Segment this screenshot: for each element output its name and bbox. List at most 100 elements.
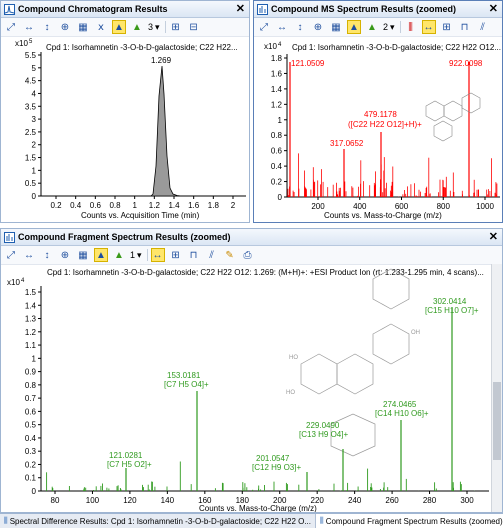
chromatogram-icon xyxy=(4,3,15,15)
y-tick-label: 0.9 xyxy=(25,368,37,377)
autoscale-xy-icon[interactable]: ⤢ xyxy=(257,20,271,34)
ms-spectrum-panel: Compound MS Spectrum Results (zoomed) ✕ … xyxy=(253,0,503,223)
y-tick-label: 1.3 xyxy=(25,315,37,324)
tab-fragment-spectrum[interactable]: ⫼ Compound Fragment Spectrum Results (zo… xyxy=(316,514,503,528)
autoscale-xy-icon[interactable]: ⤢ xyxy=(4,248,18,262)
export-icon[interactable]: ⊞ xyxy=(169,20,183,34)
close-icon[interactable]: ✕ xyxy=(489,230,498,243)
peak-fill-icon[interactable]: ▲ xyxy=(365,20,379,34)
autoscale-x-icon[interactable]: ↔ xyxy=(22,248,36,262)
zoom-icon[interactable]: ⊕ xyxy=(58,20,72,34)
compound-label: Cpd 1: Isorhamnetin -3-O-b-D-galactoside… xyxy=(47,268,484,277)
y-tick-label: 1.1 xyxy=(25,341,37,350)
autoscale-y-icon[interactable]: ↕ xyxy=(40,20,54,34)
fit-icon[interactable]: ↔ xyxy=(150,248,165,262)
peak-label: ([C22 H22 O12]+H)+ xyxy=(348,120,422,129)
zoom-icon[interactable]: ⊕ xyxy=(311,20,325,34)
profile-icon[interactable]: ⊓ xyxy=(458,20,472,34)
chromatogram-peak[interactable] xyxy=(150,65,182,197)
bar-view-icon[interactable]: ⫼ xyxy=(404,20,418,34)
x-tick-label: 1.2 xyxy=(149,201,161,210)
layout-icon[interactable]: ⊟ xyxy=(187,20,201,34)
x-tick-label: 140 xyxy=(161,496,175,505)
chart-icon[interactable]: ⫽ xyxy=(476,20,490,34)
zoom-icon[interactable]: ⊕ xyxy=(58,248,72,262)
tab-label: Compound Fragment Spectrum Results (zoom… xyxy=(325,516,503,526)
x-tick-label: 1.6 xyxy=(188,201,200,210)
peak-label: 121.0509 xyxy=(291,59,325,68)
y-exponent-power: 4 xyxy=(21,278,25,284)
y-tick-label: 0.5 xyxy=(25,179,37,188)
y-tick-label: 1.6 xyxy=(271,69,283,78)
fragment-spectrum-panel: Compound Fragment Spectrum Results (zoom… xyxy=(0,228,503,513)
x-tick-label: 800 xyxy=(437,202,451,211)
x-axis-label: Counts vs. Mass-to-Charge (m/z) xyxy=(324,211,442,220)
ms-spectrum-toolbar: ⤢ ↔ ↕ ⊕ ▦ ▲ ▲ 2 ▾ ⫼ ↔ ⊞ ⊓ ⫽ xyxy=(254,18,502,37)
integrate-icon[interactable]: ⅹ xyxy=(94,20,108,34)
fragment-plot[interactable]: x10 4 Cpd 1: Isorhamnetin -3-O-b-D-galac… xyxy=(1,264,493,513)
annotate-icon[interactable]: ✎ xyxy=(223,248,237,262)
tab-spectral-difference[interactable]: ⫼ Spectral Difference Results: Cpd 1: Is… xyxy=(0,514,317,528)
ms-spectrum-title-bar[interactable]: Compound MS Spectrum Results (zoomed) ✕ xyxy=(254,1,502,18)
peak-label-icon[interactable]: ▲ xyxy=(112,20,126,34)
tab-label: Spectral Difference Results: Cpd 1: Isor… xyxy=(9,516,312,526)
peak-label: [C15 H10 O7]+ xyxy=(425,306,479,315)
chevron-down-icon[interactable]: ▾ xyxy=(137,250,142,261)
profile-icon[interactable]: ⊓ xyxy=(187,248,201,262)
y-tick-label: 0.5 xyxy=(25,421,37,430)
overlay-dropdown[interactable]: 3 xyxy=(148,22,153,32)
print-icon[interactable]: ⎙ xyxy=(241,248,255,262)
x-tick-label: 2 xyxy=(231,201,236,210)
y-tick-label: 1 xyxy=(278,116,283,125)
peak-fill-icon[interactable]: ▲ xyxy=(112,248,126,262)
scrollbar-thumb[interactable] xyxy=(493,382,501,460)
chevron-down-icon[interactable]: ▾ xyxy=(155,22,160,33)
x-tick-label: 1 xyxy=(132,201,137,210)
y-tick-label: 5 xyxy=(32,64,37,73)
peak-label: [C12 H9 O3]+ xyxy=(252,463,301,472)
x-tick-label: 0.2 xyxy=(50,201,62,210)
y-tick-label: 1.5 xyxy=(25,288,37,297)
y-tick-label: 0.8 xyxy=(271,131,283,140)
spectrum-icon: ⫼ xyxy=(320,516,324,525)
y-exponent-power: 4 xyxy=(278,42,282,48)
table-icon[interactable]: ▦ xyxy=(76,248,90,262)
chromatogram-plot[interactable]: x10 5 Cpd 1: Isorhamnetin -3-O-b-D-galac… xyxy=(1,36,249,223)
peak-label: [C7 H5 O4]+ xyxy=(164,380,209,389)
y-tick-label: 5.5 xyxy=(25,51,37,60)
autoscale-y-icon[interactable]: ↕ xyxy=(293,20,307,34)
peak-label-icon[interactable]: ▲ xyxy=(347,20,361,34)
fit-icon[interactable]: ↔ xyxy=(421,20,436,34)
autoscale-x-icon[interactable]: ↔ xyxy=(275,20,289,34)
x-tick-label: 400 xyxy=(353,202,367,211)
close-icon[interactable]: ✕ xyxy=(236,2,245,15)
chart-icon[interactable]: ⫽ xyxy=(205,248,219,262)
x-axis-label: Counts vs. Mass-to-Charge (m/z) xyxy=(199,504,317,513)
ms-spectrum-plot[interactable]: x10 4 Cpd 1: Isorhamnetin -3-O-b-D-galac… xyxy=(254,36,502,223)
peak-label-icon[interactable]: ▲ xyxy=(94,248,108,262)
chevron-down-icon[interactable]: ▾ xyxy=(390,22,395,33)
isotope-icon[interactable]: ⊞ xyxy=(169,248,183,262)
y-tick-label: 1.2 xyxy=(25,328,37,337)
y-tick-label: 1.2 xyxy=(271,100,283,109)
autoscale-y-icon[interactable]: ↕ xyxy=(40,248,54,262)
close-icon[interactable]: ✕ xyxy=(489,2,498,15)
peak-label: 1.269 xyxy=(151,56,172,65)
y-tick-label: 0.4 xyxy=(25,434,37,443)
autoscale-xy-icon[interactable]: ⤢ xyxy=(4,20,18,34)
y-tick-label: 1.8 xyxy=(271,54,283,63)
autoscale-x-icon[interactable]: ↔ xyxy=(22,20,36,34)
peak-fill-icon[interactable]: ▲ xyxy=(130,20,144,34)
table-icon[interactable]: ▦ xyxy=(76,20,90,34)
table-icon[interactable]: ▦ xyxy=(329,20,343,34)
x-tick-label: 600 xyxy=(395,202,409,211)
fragment-title: Compound Fragment Spectrum Results (zoom… xyxy=(18,232,231,242)
isotope-icon[interactable]: ⊞ xyxy=(440,20,454,34)
y-tick-label: 1.5 xyxy=(25,154,37,163)
fragment-title-bar[interactable]: Compound Fragment Spectrum Results (zoom… xyxy=(1,229,502,246)
overlay-dropdown[interactable]: 2 xyxy=(383,22,388,32)
y-exponent: x10 xyxy=(15,39,28,48)
chromatogram-title-bar[interactable]: Compound Chromatogram Results ✕ xyxy=(1,1,249,18)
overlay-dropdown[interactable]: 1 xyxy=(130,250,135,260)
fragment-toolbar: ⤢ ↔ ↕ ⊕ ▦ ▲ ▲ 1 ▾ ↔ ⊞ ⊓ ⫽ ✎ ⎙ xyxy=(1,246,502,265)
